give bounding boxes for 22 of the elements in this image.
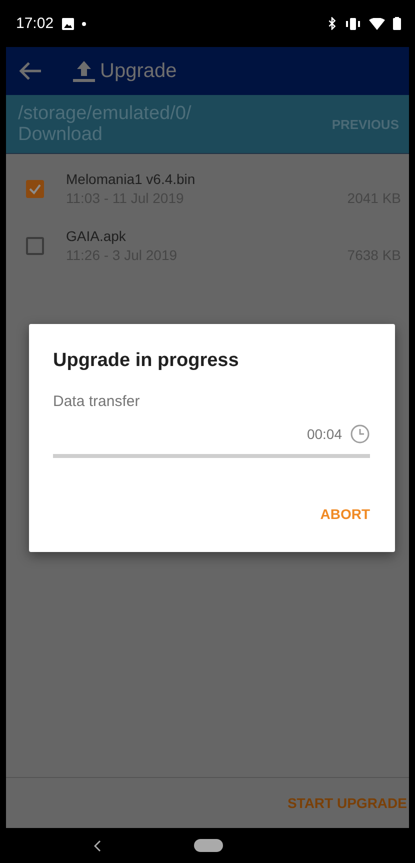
wifi-icon: [369, 18, 385, 30]
vibrate-icon: [345, 18, 361, 30]
progress-label: Data transfer: [53, 393, 140, 410]
checkbox[interactable]: [26, 180, 44, 198]
app-title: Upgrade: [100, 60, 177, 82]
start-upgrade-button[interactable]: START UPGRADE: [285, 791, 409, 815]
bluetooth-icon: [327, 17, 337, 30]
abort-button[interactable]: ABORT: [320, 502, 370, 526]
file-name: GAIA.apk: [66, 228, 127, 244]
clock-icon: [350, 424, 370, 444]
status-time: 17:02: [16, 15, 54, 32]
dialog-title: Upgrade in progress: [53, 350, 239, 372]
battery-icon: [393, 17, 401, 30]
checkbox[interactable]: [26, 236, 44, 254]
file-name: Melomania1 v6.4.bin: [66, 171, 196, 187]
upload-icon: [72, 59, 96, 83]
back-arrow-icon[interactable]: [18, 61, 42, 81]
dot-icon: [82, 22, 86, 26]
elapsed-time: 00:04: [306, 426, 342, 442]
back-icon[interactable]: [94, 840, 102, 852]
image-icon: [62, 18, 74, 30]
home-button[interactable]: [194, 839, 223, 852]
